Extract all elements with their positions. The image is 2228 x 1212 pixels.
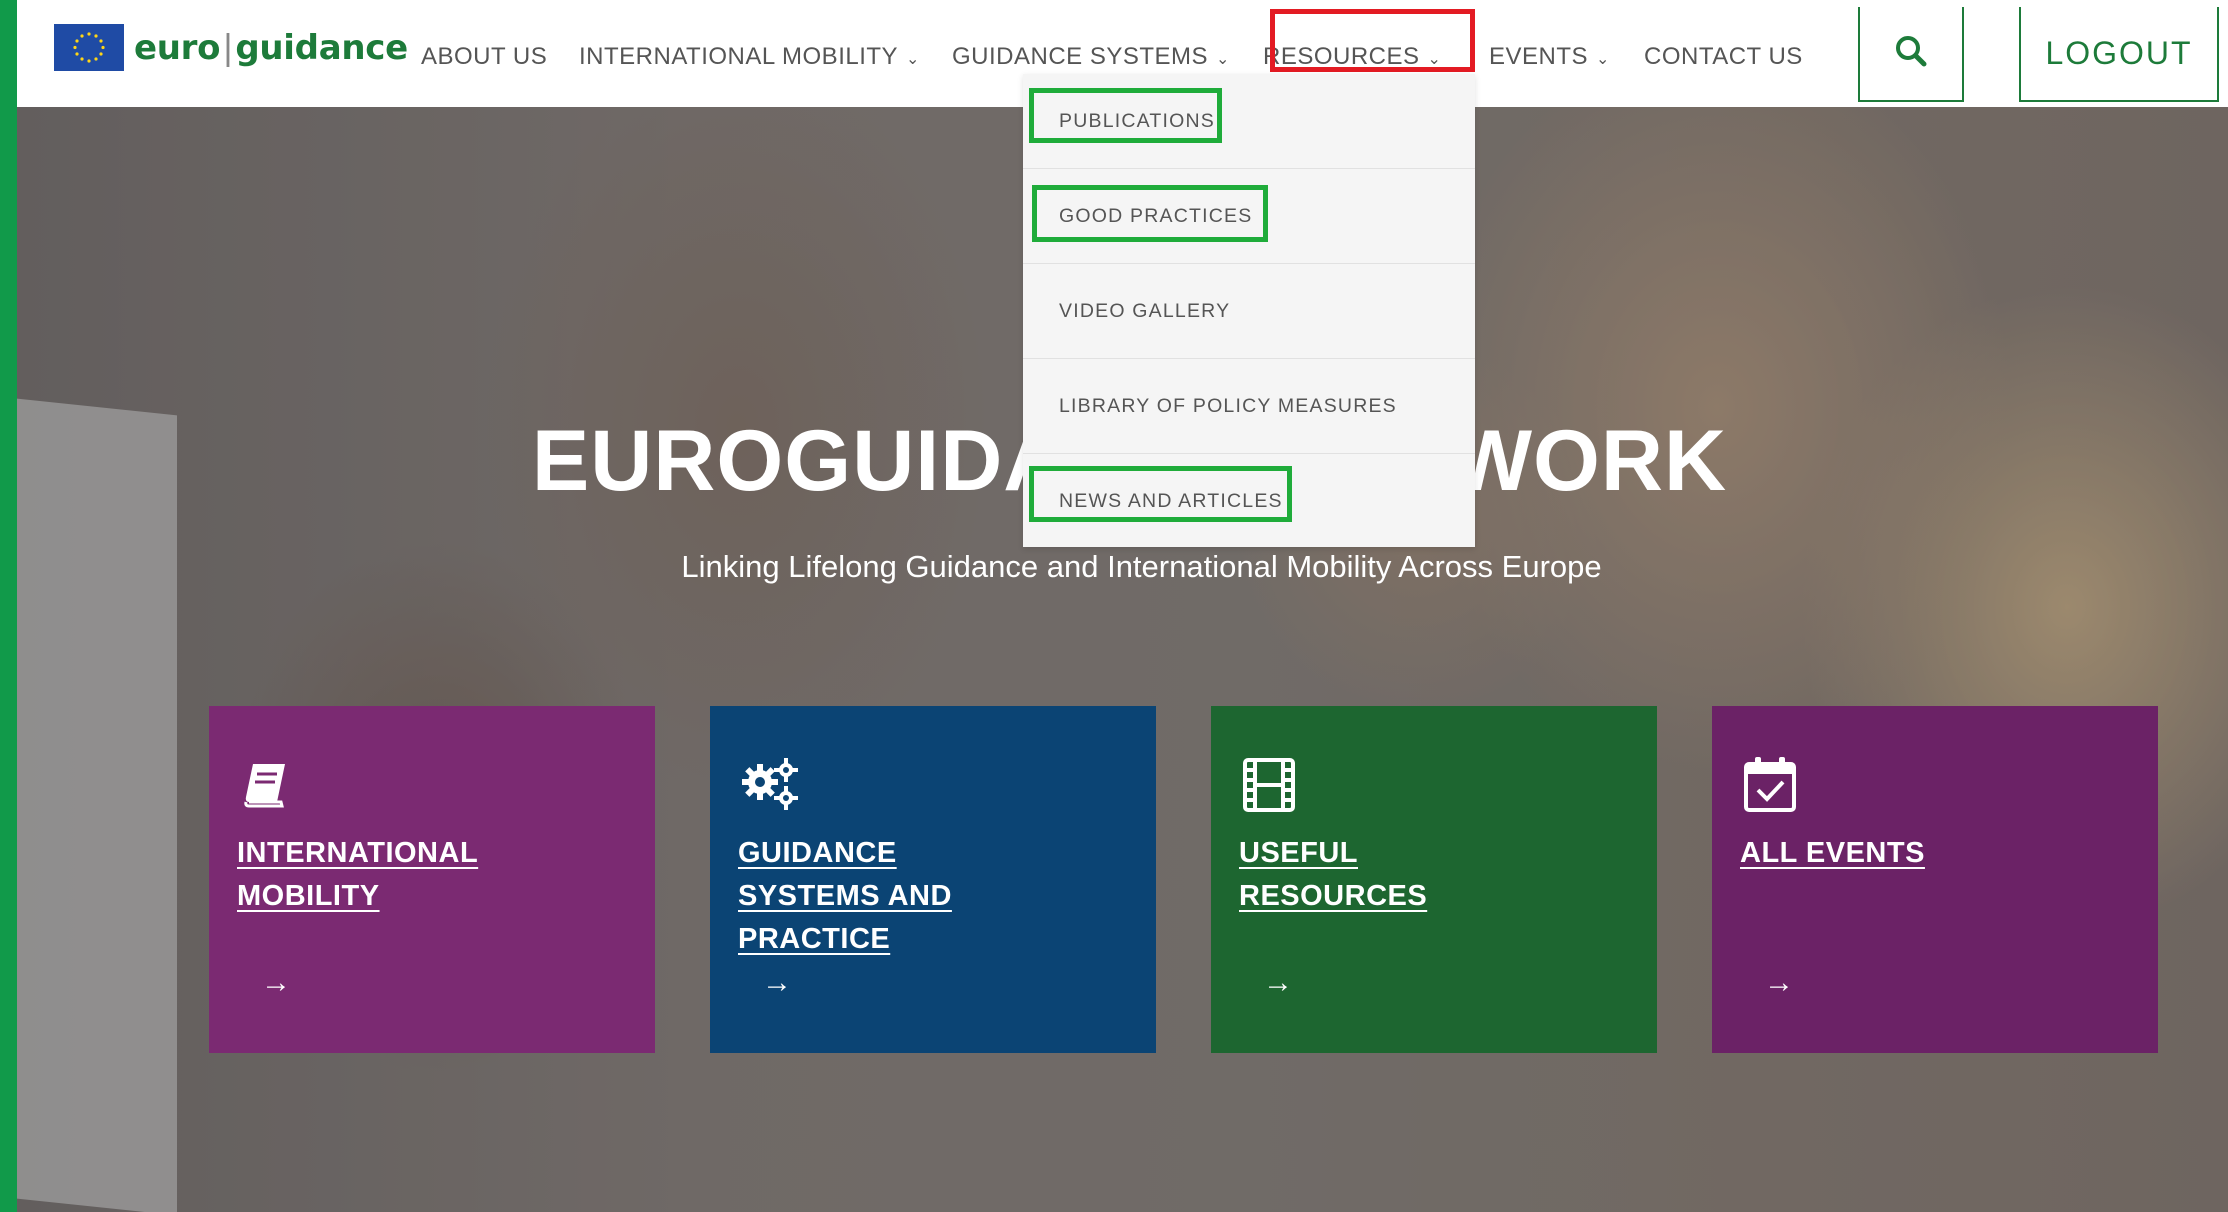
publications-highlight-box — [1029, 88, 1222, 143]
logout-button[interactable]: LOGOUT — [2019, 7, 2219, 102]
nav-guidance-systems-label: GUIDANCE SYSTEMS — [952, 43, 1209, 70]
chevron-down-icon: ⌄ — [906, 51, 920, 68]
search-icon — [1894, 34, 1928, 73]
arrow-right-icon[interactable]: → — [762, 966, 792, 1000]
tile-all-events[interactable]: ALL EVENTS → — [1712, 706, 2158, 1053]
search-button[interactable] — [1858, 7, 1964, 102]
menu-item-video-gallery-label: VIDEO GALLERY — [1059, 299, 1231, 322]
tile-guidance-systems-label[interactable]: GUIDANCE SYSTEMS AND PRACTICE — [738, 832, 1038, 961]
tile-international-mobility-label[interactable]: INTERNATIONAL MOBILITY — [237, 832, 537, 918]
nav-events-label: EVENTS — [1489, 43, 1589, 70]
chevron-down-icon: ⌄ — [1216, 51, 1230, 68]
arrow-right-icon[interactable]: → — [1764, 966, 1794, 1000]
logo-wordmark: euro|guidance — [134, 28, 408, 68]
hero-photo-monitor — [17, 398, 177, 1212]
good-practices-highlight-box — [1032, 185, 1268, 242]
menu-item-library-of-policy-measures[interactable]: LIBRARY OF POLICY MEASURES — [1023, 359, 1475, 454]
tile-guidance-systems[interactable]: GUIDANCE SYSTEMS AND PRACTICE → — [710, 706, 1156, 1053]
logo-separator: | — [222, 27, 234, 68]
nav-international-mobility[interactable]: INTERNATIONAL MOBILITY ⌄ — [579, 37, 920, 77]
nav-contact-us-label: CONTACT US — [1644, 43, 1803, 70]
news-and-articles-highlight-box — [1029, 466, 1292, 522]
nav-events[interactable]: EVENTS ⌄ — [1489, 37, 1610, 77]
chevron-down-icon: ⌄ — [1596, 51, 1610, 68]
gears-icon — [738, 754, 798, 814]
book-icon — [237, 754, 297, 814]
nav-international-mobility-label: INTERNATIONAL MOBILITY — [579, 43, 899, 70]
calendar-check-icon — [1740, 754, 1800, 814]
nav-about-us[interactable]: ABOUT US — [421, 37, 547, 77]
resources-highlight-box — [1270, 9, 1475, 72]
page: euro|guidance ABOUT US INTERNATIONAL MOB… — [17, 0, 2228, 1212]
nav-about-us-label: ABOUT US — [421, 43, 548, 70]
tile-international-mobility[interactable]: INTERNATIONAL MOBILITY → — [209, 706, 655, 1053]
tile-useful-resources-label[interactable]: USEFUL RESOURCES — [1239, 832, 1539, 918]
menu-item-video-gallery[interactable]: VIDEO GALLERY — [1023, 264, 1475, 359]
film-icon — [1239, 754, 1299, 814]
nav-guidance-systems[interactable]: GUIDANCE SYSTEMS ⌄ — [952, 37, 1230, 77]
euroguidance-logo[interactable]: euro|guidance — [54, 24, 408, 71]
tile-all-events-label[interactable]: ALL EVENTS — [1740, 832, 2040, 875]
eu-flag-icon — [54, 24, 124, 71]
arrow-right-icon[interactable]: → — [261, 966, 291, 1000]
hero-subtitle: Linking Lifelong Guidance and Internatio… — [681, 549, 1602, 584]
logo-text-euro: euro — [134, 27, 221, 68]
tile-useful-resources[interactable]: USEFUL RESOURCES → — [1211, 706, 1657, 1053]
nav-contact-us[interactable]: CONTACT US — [1644, 37, 1803, 77]
menu-item-library-label: LIBRARY OF POLICY MEASURES — [1059, 394, 1397, 417]
logo-text-guidance: guidance — [235, 27, 408, 68]
arrow-right-icon[interactable]: → — [1263, 966, 1293, 1000]
